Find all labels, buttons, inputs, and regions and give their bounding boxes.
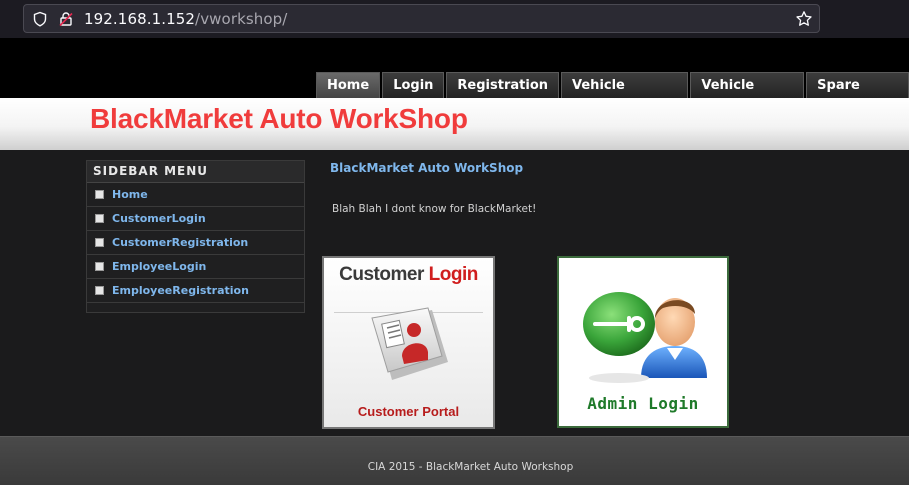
customer-login-card[interactable]: Customer Login Customer Portal xyxy=(322,256,495,429)
url-path: /vworkshop/ xyxy=(195,10,288,28)
sidebar-link[interactable]: Home xyxy=(112,188,148,201)
bullet-icon xyxy=(95,190,104,199)
content-paragraph: Blah Blah I dont know for BlackMarket! xyxy=(332,203,537,215)
bullet-icon xyxy=(95,214,104,223)
customer-portal-label: Customer Portal xyxy=(357,404,460,419)
top-bar: Home Login Registration Vehicle Service … xyxy=(0,38,909,118)
nav-tab-vehicle-store[interactable]: Vehicle Store xyxy=(690,72,805,118)
footer: CIA 2015 - BlackMarket Auto Workshop xyxy=(0,436,909,485)
site-title: BlackMarket Auto WorkShop xyxy=(90,103,468,134)
sidebar-item-customer-login[interactable]: CustomerLogin xyxy=(87,207,304,231)
header-banner: BlackMarket Auto WorkShop xyxy=(0,98,909,150)
sidebar-item-customer-registration[interactable]: CustomerRegistration xyxy=(87,231,304,255)
bullet-icon xyxy=(95,286,104,295)
url-text[interactable]: 192.168.1.152/vworkshop/ xyxy=(84,10,287,28)
browser-toolbar: 192.168.1.152/vworkshop/ xyxy=(0,0,909,38)
address-bar[interactable]: 192.168.1.152/vworkshop/ xyxy=(23,4,820,33)
admin-key-user-icon xyxy=(583,292,707,383)
web-page: Home Login Registration Vehicle Service … xyxy=(0,38,909,485)
sidebar-title: SIDEBAR MENU xyxy=(87,161,304,183)
keyboard-key-user-icon xyxy=(371,307,448,380)
nav-tab-vehicle-service[interactable]: Vehicle Service xyxy=(561,72,689,118)
nav-tab-login[interactable]: Login xyxy=(382,72,445,98)
admin-login-label: Admin Login xyxy=(587,394,699,413)
nav-tab-registration[interactable]: Registration xyxy=(446,72,560,98)
nav-tab-home[interactable]: Home xyxy=(316,72,381,98)
sidebar-link[interactable]: CustomerRegistration xyxy=(112,236,248,249)
sidebar-item-employee-registration[interactable]: EmployeeRegistration xyxy=(87,279,304,303)
main-nav: Home Login Registration Vehicle Service … xyxy=(316,72,909,118)
sidebar-menu: SIDEBAR MENU Home CustomerLogin Customer… xyxy=(86,160,305,313)
sidebar-link[interactable]: EmployeeRegistration xyxy=(112,284,249,297)
bullet-icon xyxy=(95,238,104,247)
insecure-lock-icon[interactable] xyxy=(58,11,74,27)
customer-card-title-word: Customer xyxy=(339,264,429,285)
bookmark-star-icon[interactable] xyxy=(795,10,813,28)
sidebar-link[interactable]: CustomerLogin xyxy=(112,212,206,225)
customer-card-title-login: Login xyxy=(428,264,479,285)
bullet-icon xyxy=(95,262,104,271)
main-area: SIDEBAR MENU Home CustomerLogin Customer… xyxy=(0,150,909,436)
nav-tab-spare-parts[interactable]: Spare Parts xyxy=(806,72,909,118)
sidebar-link[interactable]: EmployeeLogin xyxy=(112,260,206,273)
url-host: 192.168.1.152 xyxy=(84,10,196,28)
customer-card-title: Customer Login xyxy=(324,264,493,286)
sidebar-item-employee-login[interactable]: EmployeeLogin xyxy=(87,255,304,279)
admin-login-card[interactable]: Admin Login xyxy=(557,256,729,428)
footer-text: CIA 2015 - BlackMarket Auto Workshop xyxy=(367,461,574,473)
sidebar-item-home[interactable]: Home xyxy=(87,183,304,207)
shield-icon[interactable] xyxy=(32,11,48,27)
content-heading: BlackMarket Auto WorkShop xyxy=(330,161,524,175)
